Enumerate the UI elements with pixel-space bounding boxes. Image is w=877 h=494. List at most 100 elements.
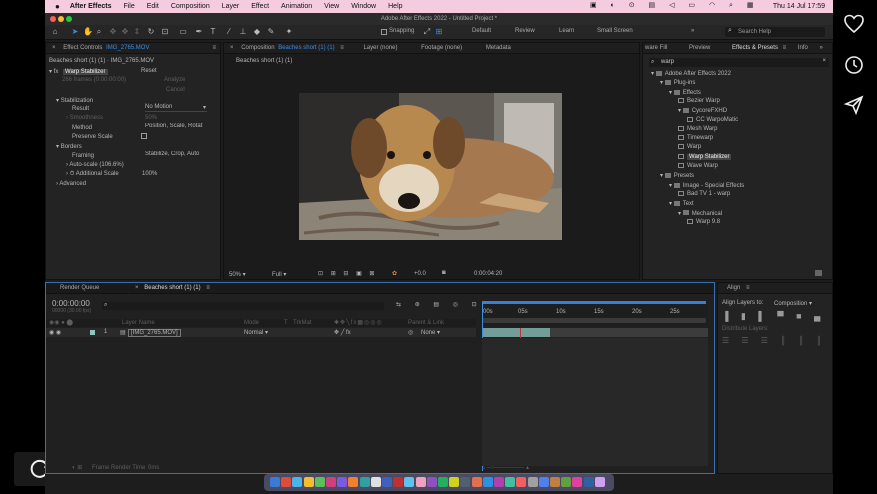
selection-tool-icon[interactable]: ➤ [71,28,79,36]
composition-close-icon[interactable]: × [230,45,234,51]
dock-app-icon[interactable] [471,477,482,487]
effects-tree-item[interactable]: ▾ Presets [660,172,694,179]
dock-app-icon[interactable] [348,477,359,487]
home-icon[interactable]: ⌂ [51,28,59,36]
puppet-tool-icon[interactable]: ✦ [285,28,293,36]
av-switch-icons[interactable]: ◉◉ ● ⬤ [49,319,73,326]
effects-tree-item[interactable]: Warp [678,144,701,150]
dock-app-icon[interactable] [561,477,572,487]
dock-app-icon[interactable] [460,477,471,487]
comp-viewer-image[interactable] [299,93,562,240]
orbit-tool-icon[interactable]: ✥ [109,28,117,36]
composition-name[interactable]: Beaches short (1) (1) [278,45,334,51]
workspace-review[interactable]: Review [515,28,535,34]
menu-edit[interactable]: Edit [147,3,159,10]
dock-app-icon[interactable] [326,477,336,487]
menu-composition[interactable]: Composition [171,3,210,10]
dock-app-icon[interactable] [505,477,516,487]
col-switches[interactable]: ✱✥╲fx▦◎◎◎ [334,319,383,326]
effect-name[interactable]: Warp Stabilizer [63,69,108,75]
eraser-tool-icon[interactable]: ◆ [253,28,261,36]
method-dropdown[interactable]: Position, Scale, Rotat [145,123,207,131]
effect-controls-tab[interactable]: Effect Controls [63,45,102,51]
col-mode[interactable]: Mode [244,320,259,326]
additional-scale-value[interactable]: 100% [142,171,157,177]
reset-link[interactable]: Reset [141,68,157,74]
timeline-close-icon[interactable]: × [135,285,139,291]
layer-visibility-icon[interactable]: ◉ ◉ [49,329,61,336]
type-tool-icon[interactable]: T [209,28,217,36]
col-trkmat[interactable]: TrkMat [293,320,311,326]
borders-group[interactable]: ▾ Borders [56,143,82,150]
clear-search-icon[interactable]: × [822,58,826,64]
content-aware-fill-tab[interactable]: ware Fill [645,45,667,51]
effect-row[interactable]: ▾ fx Warp Stabilizer [49,68,108,75]
brush-tool-icon[interactable]: ⁄ [225,28,233,36]
work-area-bar[interactable] [482,301,706,304]
stabilization-group[interactable]: ▾ Stabilization [56,97,93,104]
timeline-switch-icons[interactable]: ⇆ ⊛ ▤ ◎ ⊡ [396,301,483,308]
effects-tree-item[interactable]: ▾ Plug-ins [660,79,695,86]
layer-switch-icons[interactable]: ✥ ╱ fx [334,329,351,336]
pen-tool-icon[interactable]: ✒ [195,28,203,36]
time-ruler[interactable]: 00s 05s 10s 15s 20s 25s [480,300,708,326]
col-layer-name[interactable]: Layer Name [122,320,155,326]
snapshot-icon[interactable]: ◙ [442,270,446,276]
roto-tool-icon[interactable]: ✎ [267,28,275,36]
effects-tree-item[interactable]: Bezier Warp [678,97,720,104]
history-button[interactable] [843,55,865,75]
hand-tool-icon[interactable]: ✋ [83,28,93,36]
effects-tree-item[interactable]: Timewarp [678,135,713,141]
dock-app-icon[interactable] [594,477,605,487]
window-min-dot[interactable] [58,16,64,22]
analyze-button[interactable]: Analyze [164,77,185,83]
col-parent[interactable]: Parent & Link [408,320,444,326]
menu-layer[interactable]: Layer [222,3,240,10]
autoscale-group[interactable]: › Auto-scale (106.6%) [66,162,124,168]
like-button[interactable] [843,14,865,34]
effects-presets-tab[interactable]: Effects & Presets [732,45,778,51]
dock-app-icon[interactable] [415,477,426,487]
dock-app-icon[interactable] [314,477,325,487]
footage-tab[interactable]: Footage (none) [421,45,462,51]
effects-tree-item[interactable]: Wave Warp [678,163,718,169]
composition-tab[interactable]: Composition [241,45,274,51]
dock-app-icon[interactable] [337,477,348,487]
timeline-timecode[interactable]: 0:00:00:00 [52,299,90,308]
dock-app-icon[interactable] [370,477,381,487]
dock-app-icon[interactable] [404,477,415,487]
share-button[interactable] [843,95,865,116]
dock-app-icon[interactable] [438,477,448,487]
menu-help[interactable]: Help [388,3,402,10]
align-to-dropdown[interactable]: Composition ▾ [774,300,812,307]
status-icons[interactable]: ▣ ◐ ⊙ ▤ ◁ ▭ ◠ ⌕ ▦ [590,1,760,10]
layer-name[interactable]: [IMG_2765.MOV] [128,329,181,337]
dock-app-icon[interactable] [572,477,583,487]
pan-tool-icon[interactable]: ✥ [121,28,129,36]
info-tab[interactable]: Info [798,45,808,51]
effects-tree-item[interactable]: ▾ Mechanical [678,210,722,217]
preview-tab[interactable]: Preview [689,45,710,51]
timeline-scroll-bar[interactable] [482,318,706,323]
menu-animation[interactable]: Animation [281,3,312,10]
additional-scale-group[interactable]: › ⏱ Additional Scale [66,171,119,178]
snapping-checkbox[interactable] [381,29,387,35]
effects-tree-item[interactable]: ▾ Adobe After Effects 2022 [651,70,731,77]
dock-app-icon[interactable] [281,477,292,487]
snap-option-icon[interactable]: ⤢ [423,28,431,36]
panel-close-icon[interactable]: × [52,45,56,51]
dock-app-icon[interactable] [382,477,392,487]
parent-pickwhip-icon[interactable]: ◎ [408,329,413,336]
panel-menu-icon[interactable]: ≡ [212,43,216,53]
dock-app-icon[interactable] [494,477,504,487]
effects-tree-item[interactable]: ▾ CycoreFXHD [678,107,727,114]
composition-menu-icon[interactable]: ≡ [340,45,344,51]
advanced-group[interactable]: › Advanced [56,181,86,187]
preserve-scale-checkbox[interactable] [141,133,147,139]
menu-file[interactable]: File [123,3,134,10]
metadata-tab[interactable]: Metadata [486,45,511,51]
fx-toggle-icon[interactable]: ▾ fx [49,69,58,75]
app-name[interactable]: After Effects [70,3,112,10]
effects-tree-item[interactable]: ▾ Text [669,200,694,207]
help-search-box[interactable]: ⌕ Search Help [725,27,825,37]
